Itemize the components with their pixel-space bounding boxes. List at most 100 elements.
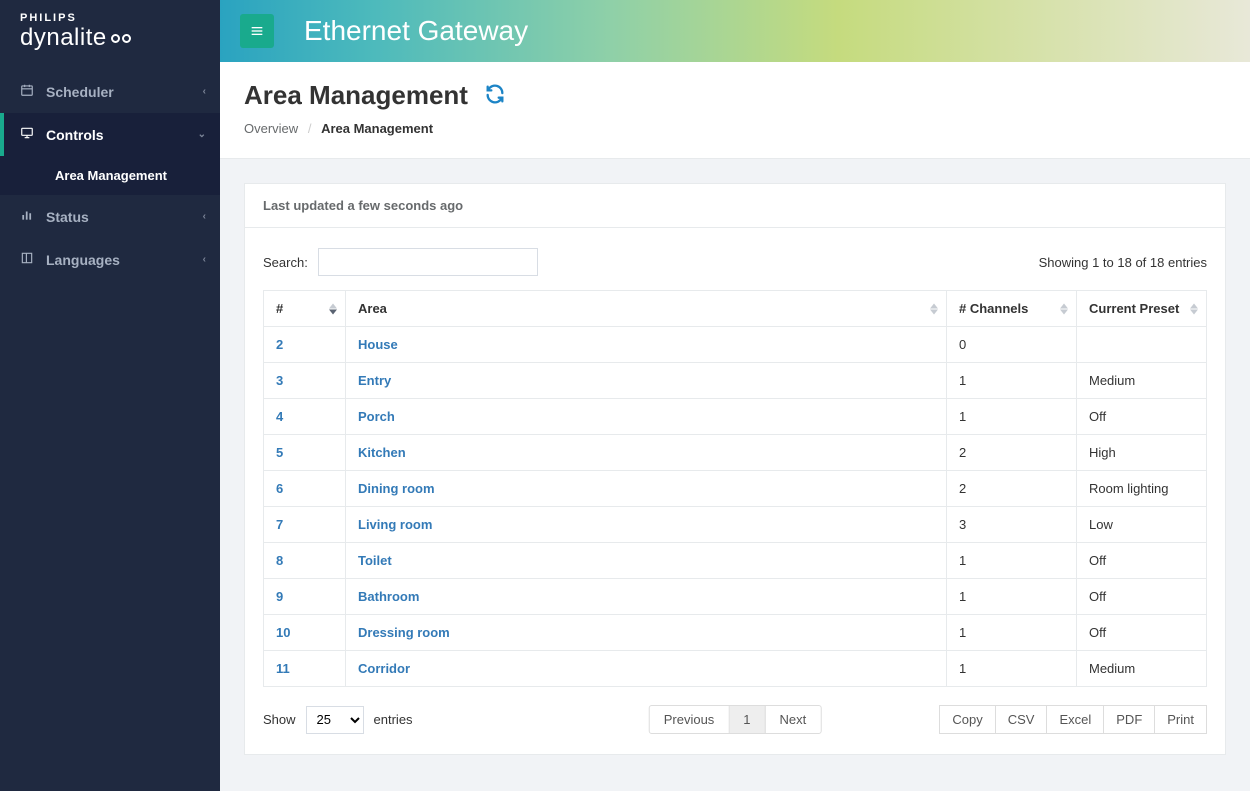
breadcrumb: Overview / Area Management <box>244 121 1226 136</box>
breadcrumb-current: Area Management <box>321 121 433 136</box>
row-area-link[interactable]: Kitchen <box>358 445 406 460</box>
row-channels: 1 <box>947 651 1077 687</box>
print-button[interactable]: Print <box>1154 705 1207 734</box>
row-area-link[interactable]: Corridor <box>358 661 410 676</box>
row-channels: 1 <box>947 615 1077 651</box>
logo-brand: PHILIPS <box>20 12 200 24</box>
logo-product: dynalite <box>20 24 200 52</box>
row-preset: Off <box>1077 543 1207 579</box>
logo-icon <box>111 34 131 43</box>
table-row: 9Bathroom1Off <box>264 579 1207 615</box>
row-area-link[interactable]: Toilet <box>358 553 392 568</box>
column-header-preset[interactable]: Current Preset <box>1077 291 1207 327</box>
row-area-link[interactable]: Dining room <box>358 481 435 496</box>
table-row: 8 Toilet 1Off <box>264 543 1207 579</box>
row-num-link[interactable]: 2 <box>276 337 283 352</box>
table-row: 2 House 0 <box>264 327 1207 363</box>
row-area-link[interactable]: Entry <box>358 373 391 388</box>
table-row: 10 Dressing room 1Off <box>264 615 1207 651</box>
topbar: Ethernet Gateway <box>220 0 1250 62</box>
row-channels: 3 <box>947 507 1077 543</box>
sidebar-item-label: Status <box>46 209 89 225</box>
page-size-select[interactable]: 25 <box>306 706 364 734</box>
row-channels: 1 <box>947 579 1077 615</box>
table-row: 3Entry1Medium <box>264 363 1207 399</box>
table-info: Showing 1 to 18 of 18 entries <box>1039 255 1207 270</box>
row-area-link[interactable]: Dressing room <box>358 625 450 640</box>
row-channels: 0 <box>947 327 1077 363</box>
app-title: Ethernet Gateway <box>304 15 528 47</box>
sidebar-item-label: Controls <box>46 127 104 143</box>
row-num-link[interactable]: 5 <box>276 445 283 460</box>
sidebar-item-label: Languages <box>46 252 120 268</box>
prev-button[interactable]: Previous <box>650 706 730 733</box>
table-row: 7 Living room 3Low <box>264 507 1207 543</box>
row-area-link[interactable]: Bathroom <box>358 589 419 604</box>
row-preset: Medium <box>1077 651 1207 687</box>
search-input[interactable] <box>318 248 538 276</box>
row-num-link[interactable]: 10 <box>276 625 290 640</box>
csv-button[interactable]: CSV <box>995 705 1048 734</box>
page-title: Area Management <box>244 80 468 111</box>
row-channels: 1 <box>947 399 1077 435</box>
row-channels: 2 <box>947 471 1077 507</box>
row-num-link[interactable]: 11 <box>276 661 290 676</box>
row-channels: 2 <box>947 435 1077 471</box>
logo: PHILIPS dynalite <box>0 0 220 70</box>
row-num-link[interactable]: 3 <box>276 373 283 388</box>
row-preset: Medium <box>1077 363 1207 399</box>
chevron-left-icon: ‹ <box>203 86 206 97</box>
page-header: Area Management Overview / Area Manageme… <box>220 62 1250 159</box>
table-row: 4 Porch 1Off <box>264 399 1207 435</box>
entries-label: entries <box>374 712 413 727</box>
show-label: Show <box>263 712 296 727</box>
refresh-icon[interactable] <box>484 83 506 108</box>
search-label: Search: <box>263 255 308 270</box>
row-area-link[interactable]: Living room <box>358 517 432 532</box>
column-header-num[interactable]: # <box>264 291 346 327</box>
column-header-area[interactable]: Area <box>346 291 947 327</box>
row-area-link[interactable]: House <box>358 337 398 352</box>
sidebar-item-label: Scheduler <box>46 84 114 100</box>
menu-toggle-button[interactable] <box>240 14 274 48</box>
row-preset <box>1077 327 1207 363</box>
excel-button[interactable]: Excel <box>1046 705 1104 734</box>
chevron-down-icon: ⌄ <box>198 129 206 140</box>
sidebar-subitem-area-management[interactable]: Area Management <box>0 156 220 195</box>
sidebar-item-scheduler[interactable]: Scheduler ‹ <box>0 70 220 113</box>
copy-button[interactable]: Copy <box>939 705 995 734</box>
table-row: 11 Corridor 1Medium <box>264 651 1207 687</box>
row-num-link[interactable]: 8 <box>276 553 283 568</box>
row-preset: Off <box>1077 615 1207 651</box>
row-channels: 1 <box>947 543 1077 579</box>
sort-icon <box>1060 303 1068 314</box>
monitor-icon <box>20 126 38 143</box>
calendar-icon <box>20 83 38 100</box>
column-header-channels[interactable]: # Channels <box>947 291 1077 327</box>
sort-icon <box>329 303 337 314</box>
chevron-left-icon: ‹ <box>203 254 206 265</box>
sidebar-item-languages[interactable]: Languages ‹ <box>0 238 220 281</box>
sidebar: PHILIPS dynalite Scheduler ‹ Controls ⌄ … <box>0 0 220 791</box>
row-num-link[interactable]: 6 <box>276 481 283 496</box>
row-preset: Off <box>1077 399 1207 435</box>
last-updated-label: Last updated a few seconds ago <box>245 184 1225 228</box>
row-num-link[interactable]: 4 <box>276 409 283 424</box>
row-area-link[interactable]: Porch <box>358 409 395 424</box>
sidebar-item-controls[interactable]: Controls ⌄ <box>0 113 220 156</box>
row-num-link[interactable]: 7 <box>276 517 283 532</box>
book-icon <box>20 251 38 268</box>
row-preset: Room lighting <box>1077 471 1207 507</box>
sidebar-item-status[interactable]: Status ‹ <box>0 195 220 238</box>
next-button[interactable]: Next <box>766 706 821 733</box>
row-num-link[interactable]: 9 <box>276 589 283 604</box>
row-preset: High <box>1077 435 1207 471</box>
breadcrumb-overview[interactable]: Overview <box>244 121 298 136</box>
chevron-left-icon: ‹ <box>203 211 206 222</box>
table-row: 6 Dining room 2Room lighting <box>264 471 1207 507</box>
bar-chart-icon <box>20 208 38 225</box>
pdf-button[interactable]: PDF <box>1103 705 1155 734</box>
row-preset: Low <box>1077 507 1207 543</box>
page-1-button[interactable]: 1 <box>729 706 765 733</box>
sort-icon <box>930 303 938 314</box>
